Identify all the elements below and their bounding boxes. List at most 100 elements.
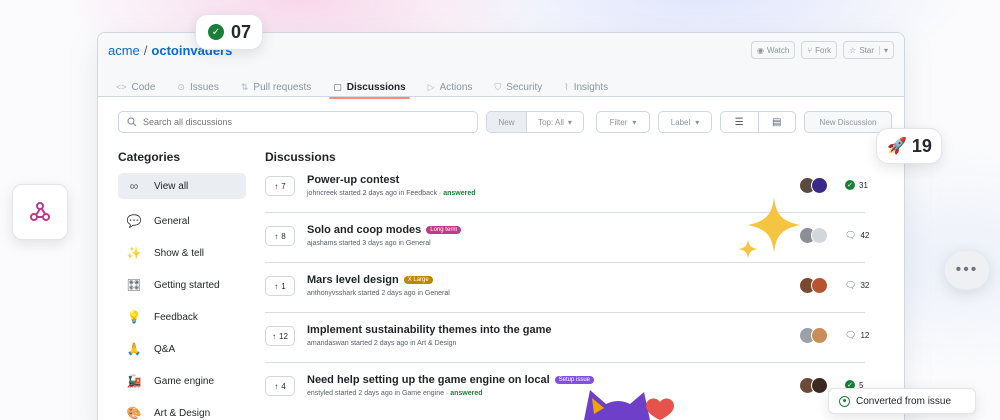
sort-new-button[interactable]: New (487, 112, 527, 132)
avatar[interactable] (811, 277, 828, 294)
category-item-getting-started[interactable]: 🎛 Getting started (118, 269, 246, 301)
locomotive-icon: 🚂 (126, 374, 142, 388)
tab-insights[interactable]: ⌇ Insights (564, 77, 608, 97)
discussion-row[interactable]: ↑ 1 Mars level design X Large anthonyvssha… (265, 263, 869, 313)
discussion-title-link[interactable]: Solo and coop modes (307, 224, 421, 236)
discussions-heading: Discussions (265, 150, 336, 164)
discussion-meta: amandaswan started 2 days ago in Art & D… (307, 340, 457, 347)
discussions-toolbar: New Top: All▾ Filter▾ Label▾ ☰ ▤ New Dis… (118, 111, 892, 133)
breadcrumb-separator: / (143, 43, 148, 58)
discussion-title-link[interactable]: Power-up contest (307, 174, 399, 186)
category-label: Art & Design (154, 407, 211, 419)
category-label: Show & tell (154, 247, 205, 259)
discussion-meta: johncreek started 2 days ago in Feedback… (307, 190, 476, 197)
category-label: General (154, 215, 190, 227)
upvote-button[interactable]: ↑ 1 (265, 276, 295, 296)
star-label: Star (859, 45, 874, 55)
palette-icon: 🎨 (126, 406, 142, 420)
mascot-illustration (584, 390, 674, 420)
star-button[interactable]: ☆ Star ▾ (843, 41, 894, 59)
tab-label: Security (506, 81, 543, 93)
fork-label: Fork (815, 45, 832, 55)
issue-icon: ⊙ (177, 81, 185, 92)
fork-icon: ⑂ (807, 45, 813, 55)
check-circle-icon: ✓ (208, 24, 224, 40)
category-item-qa[interactable]: 🙏 Q&A (118, 333, 246, 365)
sparkles-icon: ✨ (126, 246, 142, 260)
category-label: Q&A (154, 343, 176, 355)
label-badge[interactable]: X Large (403, 276, 433, 284)
tab-label: Issues (189, 81, 219, 93)
list-view-icon[interactable]: ☰ (721, 112, 759, 132)
graph-icon: ⌇ (564, 81, 569, 92)
label-badge[interactable]: Setup issue (554, 376, 595, 384)
stat-value: 12 (860, 331, 870, 340)
comment-icon: 🗨 (845, 230, 857, 240)
code-icon: <> (116, 82, 127, 92)
tab-issues[interactable]: ⊙ Issues (177, 77, 218, 97)
participant-avatars (799, 327, 839, 347)
label-dropdown[interactable]: Label ▾ (658, 111, 712, 133)
comment-count: 🗨 12 (845, 330, 869, 341)
sparkles-icon (738, 197, 800, 259)
card-view-icon[interactable]: ▤ (759, 112, 796, 132)
vote-count: 1 (281, 281, 286, 291)
categories-heading: Categories (118, 150, 181, 164)
discussion-title-link[interactable]: Mars level design (307, 274, 399, 286)
avatar[interactable] (811, 327, 828, 344)
speech-bubble-icon: 💬 (126, 214, 142, 228)
category-item-show-and-tell[interactable]: ✨ Show & tell (118, 237, 246, 269)
filter-dropdown[interactable]: Filter ▾ (596, 111, 650, 133)
repo-owner-link[interactable]: acme (108, 43, 140, 58)
avatar[interactable] (811, 177, 828, 194)
tab-security[interactable]: ⛉ Security (494, 77, 542, 97)
view-toggle: ☰ ▤ (720, 111, 796, 133)
category-item-general[interactable]: 💬 General (118, 205, 246, 237)
stat-value: 42 (860, 231, 870, 240)
upvote-button[interactable]: ↑ 12 (265, 326, 295, 346)
category-item-art-design[interactable]: 🎨 Art & Design (118, 397, 246, 420)
praying-hands-icon: 🙏 (126, 342, 142, 356)
arrow-up-icon: ↑ (274, 281, 279, 291)
discussion-title-link[interactable]: Implement sustainability themes into the… (307, 324, 552, 336)
vote-count: 12 (279, 331, 288, 341)
search-input[interactable] (143, 117, 443, 127)
arrow-up-icon: ↑ (274, 181, 279, 191)
answered-badge: answered (443, 190, 476, 197)
category-item-game-engine[interactable]: 🚂 Game engine (118, 365, 246, 397)
tab-discussions[interactable]: ▢ Discussions (329, 77, 411, 99)
answered-badge: answered (450, 390, 483, 397)
tab-actions[interactable]: ▷ Actions (428, 77, 473, 97)
avatar[interactable] (811, 227, 828, 244)
discussion-title-link[interactable]: Need help setting up the game engine on … (307, 374, 550, 386)
webhook-icon (30, 202, 50, 221)
fork-button[interactable]: ⑂ Fork (801, 41, 838, 59)
tab-pull-requests[interactable]: ⇅ Pull requests (241, 77, 311, 97)
sort-segment: New Top: All ▾ (486, 111, 584, 133)
discussion-row[interactable]: ↑ 4 Need help setting up the game engine … (265, 363, 865, 413)
label-label: Label (670, 117, 691, 127)
lightbulb-icon: 💡 (126, 310, 142, 324)
tab-label: Pull requests (253, 81, 312, 93)
sort-top-dropdown[interactable]: Top: All ▾ (527, 112, 583, 132)
webhook-badge (12, 184, 68, 240)
upvote-button[interactable]: ↑ 7 (265, 176, 295, 196)
tab-code[interactable]: <> Code (116, 77, 155, 97)
vote-count: 7 (281, 181, 286, 191)
category-label: Feedback (154, 311, 198, 323)
chevron-down-icon: ▾ (632, 117, 637, 127)
upvote-button[interactable]: ↑ 8 (265, 226, 295, 246)
discussion-row[interactable]: ↑ 12 Implement sustainability themes into… (265, 313, 869, 363)
discussion-meta: ajashams started 3 days ago in General (307, 240, 431, 247)
upvote-button[interactable]: ↑ 4 (265, 376, 295, 396)
category-item-feedback[interactable]: 💡 Feedback (118, 301, 246, 333)
chevron-down-icon[interactable]: ▾ (878, 45, 888, 55)
arrow-up-icon: ↑ (274, 381, 279, 391)
label-badge[interactable]: Long term (426, 226, 462, 234)
watch-button[interactable]: ◉ Watch (750, 41, 796, 59)
category-item-view-all[interactable]: ∞ View all (118, 173, 246, 199)
avatar[interactable] (811, 377, 828, 394)
comment-count: 🗨 42 (845, 230, 869, 241)
issue-opened-icon (839, 395, 850, 407)
new-discussion-button[interactable]: New Discussion (804, 111, 892, 133)
